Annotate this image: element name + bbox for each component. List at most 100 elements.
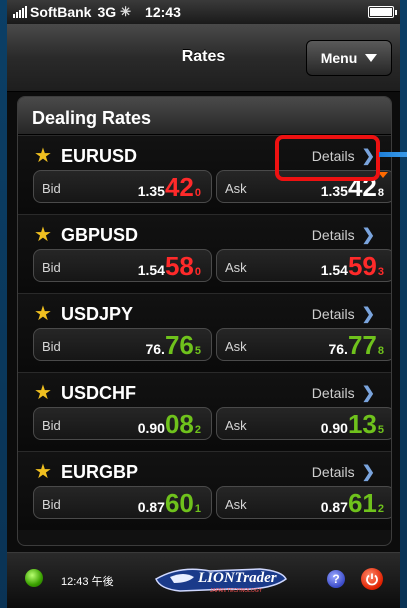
ask-price: 0.90 13 5 — [321, 411, 384, 437]
star-icon[interactable]: ★ — [34, 225, 54, 245]
bid-price-lead: 1.54 — [137, 262, 165, 278]
ask-label: Ask — [225, 497, 247, 512]
logo-subtext: JAPAN TECHNOLOGY — [210, 588, 263, 594]
ask-price-fraction: 8 — [377, 187, 384, 199]
bid-price-fraction: 0 — [194, 187, 201, 199]
details-label: Details — [311, 306, 355, 322]
rate-row: ★ GBPUSD Details ❯ Bid 1.54 58 0 Ask 1.5… — [18, 214, 391, 293]
bid-price: 1.54 58 0 — [138, 253, 201, 279]
footer-bar: 12:43 午後 LIONTrader JAPAN TECHNOLOGY ? — [7, 552, 400, 608]
ask-price-pips: 77 — [347, 330, 377, 360]
details-label: Details — [311, 227, 355, 243]
bid-button[interactable]: Bid 0.90 08 2 — [33, 407, 212, 440]
menu-button[interactable]: Menu — [306, 40, 392, 76]
menu-button-label: Menu — [320, 50, 358, 66]
bid-button[interactable]: Bid 1.35 42 0 — [33, 170, 212, 203]
ask-price-lead: 0.90 — [320, 420, 348, 436]
ask-button[interactable]: Ask 1.54 59 3 — [216, 249, 391, 282]
chevron-right-icon: ❯ — [361, 385, 375, 402]
logo-text: LIONTrader — [197, 570, 277, 586]
panel-title: Dealing Rates — [18, 97, 391, 135]
help-icon[interactable]: ? — [327, 570, 345, 588]
star-icon[interactable]: ★ — [34, 462, 54, 482]
ask-label: Ask — [225, 260, 247, 275]
callout-pointer — [379, 152, 407, 157]
bid-price-fraction: 1 — [194, 503, 201, 515]
bid-price-pips: 42 — [164, 172, 194, 202]
phone-screen: SoftBank 3G ✳ 12:43 Rates Menu Dealing R… — [7, 0, 400, 608]
bid-label: Bid — [42, 260, 61, 275]
currency-pair: USDCHF — [61, 382, 136, 403]
star-icon[interactable]: ★ — [34, 383, 54, 403]
rate-row: ★ USDJPY Details ❯ Bid 76. 76 5 Ask 76. … — [18, 293, 391, 372]
bid-price-fraction: 2 — [194, 424, 201, 436]
rates-list: ★ EURUSD Details ❯ Bid 1.35 42 0 Ask 1.3… — [18, 135, 391, 530]
rate-row-header: ★ GBPUSD Details ❯ — [34, 224, 381, 246]
ask-price-lead: 0.87 — [320, 499, 348, 515]
power-icon[interactable] — [361, 568, 383, 590]
ask-button[interactable]: Ask 0.90 13 5 — [216, 407, 391, 440]
details-link[interactable]: Details ❯ — [312, 225, 375, 245]
bid-price-pips: 58 — [164, 251, 194, 281]
details-link[interactable]: Details ❯ — [312, 304, 375, 324]
chevron-right-icon: ❯ — [361, 306, 375, 323]
details-label: Details — [311, 385, 355, 401]
liontrader-logo: LIONTrader JAPAN TECHNOLOGY — [155, 568, 287, 594]
bid-price-lead: 1.35 — [137, 183, 165, 199]
bid-label: Bid — [42, 181, 61, 196]
details-link[interactable]: Details ❯ — [312, 383, 375, 403]
bid-price-fraction: 5 — [194, 345, 201, 357]
ask-price-fraction: 5 — [377, 424, 384, 436]
bid-button[interactable]: Bid 1.54 58 0 — [33, 249, 212, 282]
dropdown-arrow-icon — [365, 54, 378, 62]
ask-price: 1.54 59 3 — [321, 253, 384, 279]
ask-price-fraction: 3 — [377, 266, 384, 278]
details-link[interactable]: Details ❯ — [312, 462, 375, 482]
ask-label: Ask — [225, 418, 247, 433]
bid-label: Bid — [42, 497, 61, 512]
details-highlight-box — [275, 135, 380, 181]
bid-price-lead: 0.87 — [137, 499, 165, 515]
bid-label: Bid — [42, 418, 61, 433]
bid-price: 76. 76 5 — [145, 332, 201, 358]
bid-label: Bid — [42, 339, 61, 354]
ask-price-pips: 59 — [347, 251, 377, 281]
connection-status-icon — [25, 569, 43, 587]
ask-price-lead: 1.35 — [320, 183, 348, 199]
screenshot-frame: SoftBank 3G ✳ 12:43 Rates Menu Dealing R… — [0, 0, 407, 608]
ask-price: 0.87 61 2 — [321, 490, 384, 516]
bid-button[interactable]: Bid 0.87 60 1 — [33, 486, 212, 519]
carrier-name: SoftBank — [30, 4, 92, 20]
ask-price-pips: 61 — [347, 488, 377, 518]
currency-pair: USDJPY — [61, 303, 134, 324]
ask-button[interactable]: Ask 0.87 61 2 — [216, 486, 391, 519]
footer-time: 12:43 午後 — [61, 576, 114, 588]
ask-label: Ask — [225, 181, 247, 196]
chevron-right-icon: ❯ — [361, 227, 375, 244]
ask-price: 76. 77 8 — [328, 332, 384, 358]
currency-pair: EURGBP — [61, 461, 139, 482]
ask-price-fraction: 2 — [377, 503, 384, 515]
bid-price-pips: 08 — [164, 409, 194, 439]
bid-price: 0.87 60 1 — [138, 490, 201, 516]
nav-bar: Rates Menu — [7, 24, 400, 92]
bid-price-lead: 0.90 — [137, 420, 165, 436]
status-time: 12:43 — [145, 4, 181, 20]
bid-price-fraction: 0 — [194, 266, 201, 278]
rate-row: ★ EURGBP Details ❯ Bid 0.87 60 1 Ask 0.8… — [18, 451, 391, 530]
currency-pair: GBPUSD — [61, 224, 139, 245]
bid-price-pips: 60 — [164, 488, 194, 518]
bid-button[interactable]: Bid 76. 76 5 — [33, 328, 212, 361]
star-icon[interactable]: ★ — [34, 304, 54, 324]
details-label: Details — [311, 464, 355, 480]
rate-row-header: ★ USDJPY Details ❯ — [34, 303, 381, 325]
currency-pair: EURUSD — [61, 145, 138, 166]
ask-button[interactable]: Ask 76. 77 8 — [216, 328, 391, 361]
ask-price-pips: 13 — [347, 409, 377, 439]
status-bar: SoftBank 3G ✳ 12:43 — [7, 0, 400, 24]
network-type: 3G — [97, 4, 117, 20]
bid-price-pips: 76 — [164, 330, 194, 360]
rate-row-header: ★ EURGBP Details ❯ — [34, 461, 381, 483]
star-icon[interactable]: ★ — [34, 146, 54, 166]
bid-price: 1.35 42 0 — [138, 174, 201, 200]
